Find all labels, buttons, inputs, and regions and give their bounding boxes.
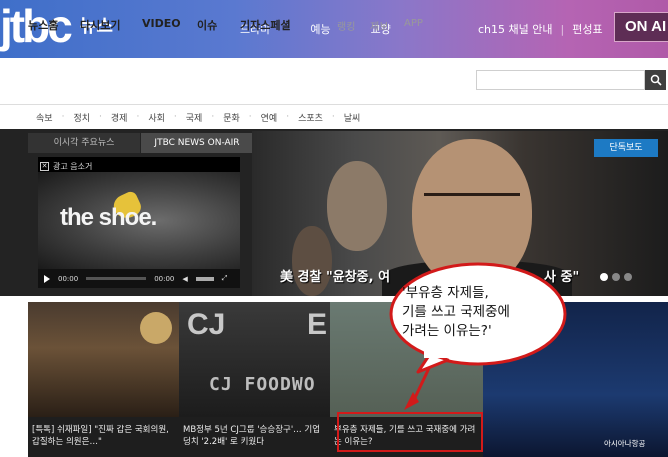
main-nav-issue[interactable]: 이슈 <box>197 17 217 33</box>
subnav-culture[interactable]: 문화 <box>223 111 240 124</box>
player-controls: 00:00 00:00 ◀ ⤢ <box>38 269 240 288</box>
carousel-dots <box>600 273 632 281</box>
news-thumbnail[interactable]: [특톡] 쉬재파일] "진짜 갑은 국회의원, 갑질하는 의원은…" <box>28 302 179 457</box>
onair-button[interactable]: ON AI <box>614 12 668 42</box>
subnav-world[interactable]: 국제 <box>186 111 203 124</box>
subnav-weather[interactable]: 날씨 <box>344 111 361 124</box>
cj-logo-text: CJ <box>187 308 226 341</box>
cj-right-text: E <box>307 308 328 341</box>
progress-bar[interactable] <box>86 277 147 280</box>
subnav-politics[interactable]: 정치 <box>73 111 90 124</box>
bubble-line: 기를 쓰고 국제중에 <box>402 304 510 320</box>
tab-top-news[interactable]: 이시각 주요뉴스 <box>28 133 140 153</box>
thumbnail-image <box>28 302 179 417</box>
subnav-dot: · <box>173 112 177 122</box>
subnav-society[interactable]: 사회 <box>148 111 165 124</box>
search-input[interactable] <box>476 70 645 90</box>
bubble-text: '부유층 자제들, 기를 쓰고 국제중에 가려는 이유는?' <box>402 284 562 341</box>
main-nav-app[interactable]: APP <box>404 18 423 29</box>
subnav-dot: · <box>211 112 215 122</box>
play-icon[interactable] <box>44 274 50 283</box>
thumbnail-caption: MB정부 5년 CJ그룹 '승승장구'… 기업 덩치 '2.2배' 로 키웠다 <box>179 417 330 457</box>
assembly-seal <box>140 312 172 344</box>
subnav-dot: · <box>99 112 102 122</box>
time-current: 00:00 <box>58 274 79 283</box>
news-thumbnail[interactable]: CJ CJ FOODWO E MB정부 5년 CJ그룹 '승승장구'… 기업 덩… <box>179 302 330 457</box>
subnav-dot: · <box>61 112 65 122</box>
main-nav-reporter-special[interactable]: 기자스페셜 <box>240 17 291 33</box>
main-nav-ranking[interactable]: 랭킹 <box>337 18 355 33</box>
video-frame[interactable]: the shoe. <box>38 172 240 269</box>
main-nav-replay[interactable]: 다시보기 <box>80 17 120 33</box>
top-right-nav: ch15 채널 안내 | 편성표 <box>478 0 603 58</box>
volume-icon[interactable]: ◀ <box>182 275 187 283</box>
person-figure <box>292 226 332 296</box>
thumbnail-image: CJ CJ FOODWO E <box>179 302 330 417</box>
bubble-line: 가려는 이유는?' <box>402 323 492 339</box>
search-button[interactable] <box>645 70 666 90</box>
exclusive-badge: 단독보도 <box>594 139 658 157</box>
thumbnail-watermark: 아시아나항공 <box>604 439 646 448</box>
main-nav-home[interactable]: 뉴스홈 <box>28 17 58 33</box>
carousel-dot[interactable] <box>612 273 620 281</box>
jtbc-news-page: jtbc 뉴스 드라마 예능 교양 ch15 채널 안내 | 편성표 ON AI… <box>0 0 668 457</box>
main-nav-report[interactable]: 제보 <box>370 18 388 33</box>
time-total: 00:00 <box>154 274 175 283</box>
volume-slider[interactable] <box>195 276 214 281</box>
highlight-box <box>337 412 483 452</box>
subnav-dot: · <box>331 112 335 122</box>
glasses-graphic <box>424 193 520 211</box>
ad-notice-text: 광고 음소거 <box>53 162 93 171</box>
nav-separator: | <box>560 22 565 36</box>
bubble-line: '부유층 자제들, <box>402 285 489 301</box>
subnav-dot: · <box>286 112 290 122</box>
subnav-entertainment[interactable]: 연예 <box>261 111 278 124</box>
subnav-dot: · <box>136 112 140 122</box>
top-nav-variety[interactable]: 예능 <box>310 21 330 37</box>
person-figure <box>327 161 387 251</box>
thumbnail-caption: [특톡] 쉬재파일] "진짜 갑은 국회의원, 갑질하는 의원은…" <box>28 417 179 457</box>
channel-guide-link[interactable]: ch15 채널 안내 <box>478 21 553 37</box>
subnav-economy[interactable]: 경제 <box>111 111 128 124</box>
subnav-breaking[interactable]: 속보 <box>36 111 53 124</box>
fullscreen-icon[interactable]: ⤢ <box>222 274 228 283</box>
main-nav-video[interactable]: VIDEO <box>142 17 181 30</box>
carousel-dot[interactable] <box>624 273 632 281</box>
feature-headline[interactable]: 美 경찰 "윤창중, 여 <box>280 266 390 285</box>
cj-foodworld-text: CJ FOODWO <box>209 374 316 395</box>
carousel-dot[interactable] <box>600 273 608 281</box>
search-icon <box>650 74 662 86</box>
subnav-dot: · <box>248 112 252 122</box>
close-icon: ✕ <box>40 162 49 171</box>
video-overlay-text: the shoe. <box>60 204 157 231</box>
ad-mute-notice[interactable]: ✕ 광고 음소거 <box>40 161 92 172</box>
subnav-sports[interactable]: 스포츠 <box>298 111 323 124</box>
sub-nav: 속보 · 정치 · 경제 · 사회 · 국제 · 문화 · 연예 · 스포츠 · 날씨 <box>0 104 668 129</box>
schedule-link[interactable]: 편성표 <box>572 21 602 37</box>
tab-news-onair[interactable]: JTBC NEWS ON-AIR <box>141 133 253 153</box>
